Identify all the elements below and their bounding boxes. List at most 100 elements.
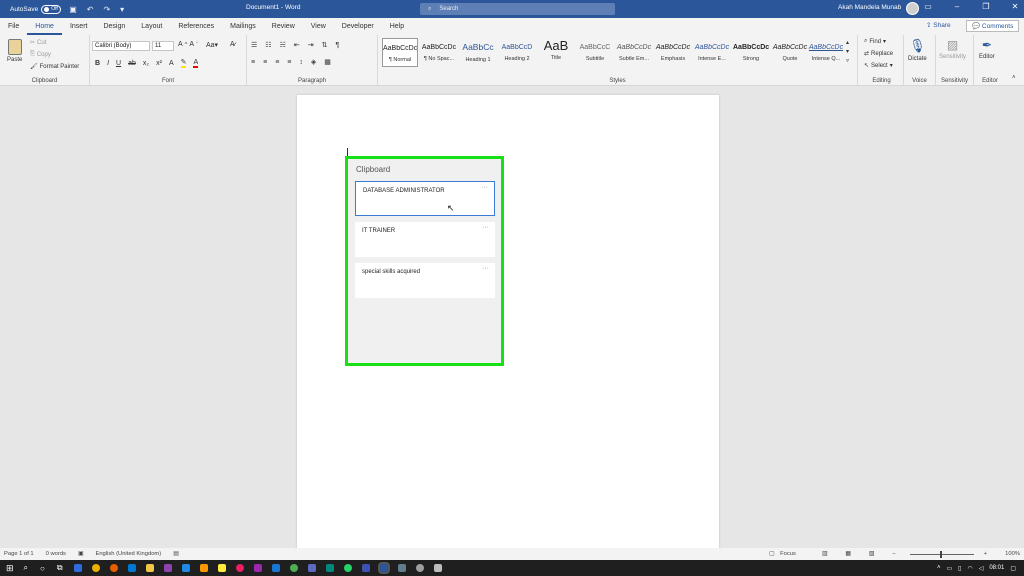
restore-icon[interactable]: ❐ [981, 2, 991, 11]
style-emphasis[interactable]: AaBbCcDc Emphasis [655, 38, 691, 67]
sort-icon[interactable]: ⇅ [322, 41, 328, 49]
tab-mailings[interactable]: Mailings [222, 18, 264, 35]
read-mode-icon[interactable]: ▥ [822, 551, 827, 557]
tab-insert[interactable]: Insert [62, 18, 96, 35]
undo-icon[interactable]: ↶ [87, 5, 94, 14]
accessibility-icon[interactable]: ▤ [173, 551, 178, 557]
tab-review[interactable]: Review [264, 18, 303, 35]
whatsapp-icon[interactable] [343, 564, 352, 572]
tab-developer[interactable]: Developer [334, 18, 382, 35]
cut-button[interactable]: ✂ Cut [30, 39, 46, 47]
style-normal[interactable]: AaBbCcDc ¶ Normal [382, 38, 418, 67]
zoom-in-icon[interactable]: + [984, 551, 987, 557]
superscript-button[interactable]: x² [156, 60, 162, 67]
shading-icon[interactable]: ◈ [311, 58, 316, 66]
search-box[interactable]: ⌕ Search [420, 3, 615, 15]
style-heading-2[interactable]: AaBbCcD Heading 2 [499, 38, 535, 67]
settings-icon[interactable] [415, 564, 424, 572]
file-explorer-icon[interactable] [145, 564, 154, 572]
highlight-icon[interactable]: ✎ [180, 58, 187, 68]
app-3-icon[interactable] [361, 564, 370, 572]
tab-view[interactable]: View [303, 18, 334, 35]
editor-button[interactable]: ✒ Editor [979, 38, 995, 60]
font-size-select[interactable]: 11 [152, 41, 174, 51]
zoom-level[interactable]: 100% [1005, 551, 1020, 557]
text-effects-icon[interactable]: A [169, 60, 174, 67]
notepad-icon[interactable] [217, 564, 226, 572]
borders-icon[interactable]: ▦ [324, 58, 331, 66]
italic-button[interactable]: I [107, 60, 109, 67]
style-intense-emphasis[interactable]: AaBbCcDc Intense E... [694, 38, 730, 67]
share-button[interactable]: ⇪ Share [926, 21, 951, 29]
tab-help[interactable]: Help [382, 18, 412, 35]
increase-indent-icon[interactable]: ⇥ [308, 41, 314, 49]
more-options-icon[interactable]: ··· [482, 224, 489, 231]
numbering-icon[interactable]: ☷ [265, 41, 271, 49]
app-2-icon[interactable] [307, 564, 316, 572]
zoom-out-icon[interactable]: − [892, 551, 895, 557]
task-view-icon[interactable]: ⧉ [57, 563, 63, 573]
styles-scroll[interactable]: ▴ ▾ ▿ [846, 39, 849, 64]
more-options-icon[interactable]: ··· [482, 265, 489, 272]
cortana-icon[interactable]: ○ [40, 564, 45, 573]
avatar[interactable] [906, 2, 919, 15]
clipboard-item[interactable]: DATABASE ADMINISTRATOR ··· [355, 181, 495, 216]
word-icon[interactable] [377, 562, 390, 574]
align-right-icon[interactable]: ≡ [275, 59, 279, 66]
collapse-ribbon-icon[interactable]: ˄ [1012, 75, 1016, 81]
style-subtle-emphasis[interactable]: AaBbCcDc Subtle Em... [616, 38, 652, 67]
font-size-buttons[interactable]: A ^ Aˇ [178, 41, 198, 48]
underline-button[interactable]: U [116, 60, 121, 67]
font-family-select[interactable]: Calibri (Body) [92, 41, 150, 51]
style-strong[interactable]: AaBbCcDc Strong [733, 38, 769, 67]
app-5-icon[interactable] [433, 564, 442, 572]
print-layout-icon[interactable]: ▦ [845, 551, 850, 557]
multilevel-list-icon[interactable]: ☵ [280, 41, 286, 49]
chrome-2-icon[interactable] [289, 564, 298, 572]
tab-references[interactable]: References [170, 18, 222, 35]
tab-design[interactable]: Design [95, 18, 133, 35]
vscode-icon[interactable] [181, 564, 190, 572]
todo-icon[interactable] [271, 564, 280, 572]
find-button[interactable]: ⌕ Find ▾ [864, 38, 886, 45]
align-center-icon[interactable]: ≡ [263, 59, 267, 66]
sensitivity-button[interactable]: ▨ Sensitivity [939, 38, 966, 60]
style-title[interactable]: AaB Title [538, 38, 574, 67]
close-icon[interactable]: ✕ [1010, 2, 1020, 11]
select-button[interactable]: ↖ Select ▾ [864, 62, 893, 70]
media-icon[interactable] [235, 564, 244, 572]
sublime-icon[interactable] [199, 564, 208, 572]
firefox-icon[interactable] [109, 564, 118, 572]
bold-button[interactable]: B [95, 60, 100, 67]
proofing-icon[interactable]: ▣ [78, 551, 83, 557]
clock[interactable]: 08:01 [989, 565, 1004, 571]
clipboard-item[interactable]: special skills acquired ··· [355, 263, 495, 298]
store-icon[interactable] [73, 564, 82, 572]
wifi-icon[interactable]: ◠ [967, 565, 972, 572]
style-intense-quote[interactable]: AaBbCcDc Intense Q... [808, 38, 844, 67]
tab-file[interactable]: File [0, 18, 27, 35]
paste-button[interactable]: Paste [7, 39, 22, 63]
style-heading-1[interactable]: AaBbCc Heading 1 [460, 38, 496, 67]
chevron-up-icon[interactable]: ˄ [937, 565, 941, 571]
focus-button[interactable]: ▢ Focus [769, 551, 804, 557]
network-icon[interactable]: ▭ [946, 565, 952, 572]
volume-icon[interactable]: ◁ [979, 565, 984, 572]
style-no-spacing[interactable]: AaBbCcDc ¶ No Spac... [421, 38, 457, 67]
user-name[interactable]: Akah Mandela Munab [838, 4, 901, 11]
more-options-icon[interactable]: ··· [481, 184, 488, 191]
align-left-icon[interactable]: ≡ [251, 59, 255, 66]
zoom-slider[interactable] [909, 550, 974, 558]
replace-button[interactable]: ⇄ Replace [864, 50, 893, 58]
web-layout-icon[interactable]: ▧ [869, 551, 874, 557]
mail-icon[interactable] [127, 564, 136, 572]
strikethrough-button[interactable]: ab [128, 60, 136, 67]
windows-start-icon[interactable]: ⊞ [6, 563, 14, 574]
chrome-icon[interactable] [91, 564, 100, 572]
tab-layout[interactable]: Layout [133, 18, 170, 35]
minimize-icon[interactable]: – [952, 2, 962, 11]
app-4-icon[interactable] [397, 564, 406, 572]
save-icon[interactable]: ▣ [69, 5, 77, 14]
autosave-control[interactable]: AutoSave Off [10, 4, 62, 14]
style-quote[interactable]: AaBbCcDc Quote [772, 38, 808, 67]
